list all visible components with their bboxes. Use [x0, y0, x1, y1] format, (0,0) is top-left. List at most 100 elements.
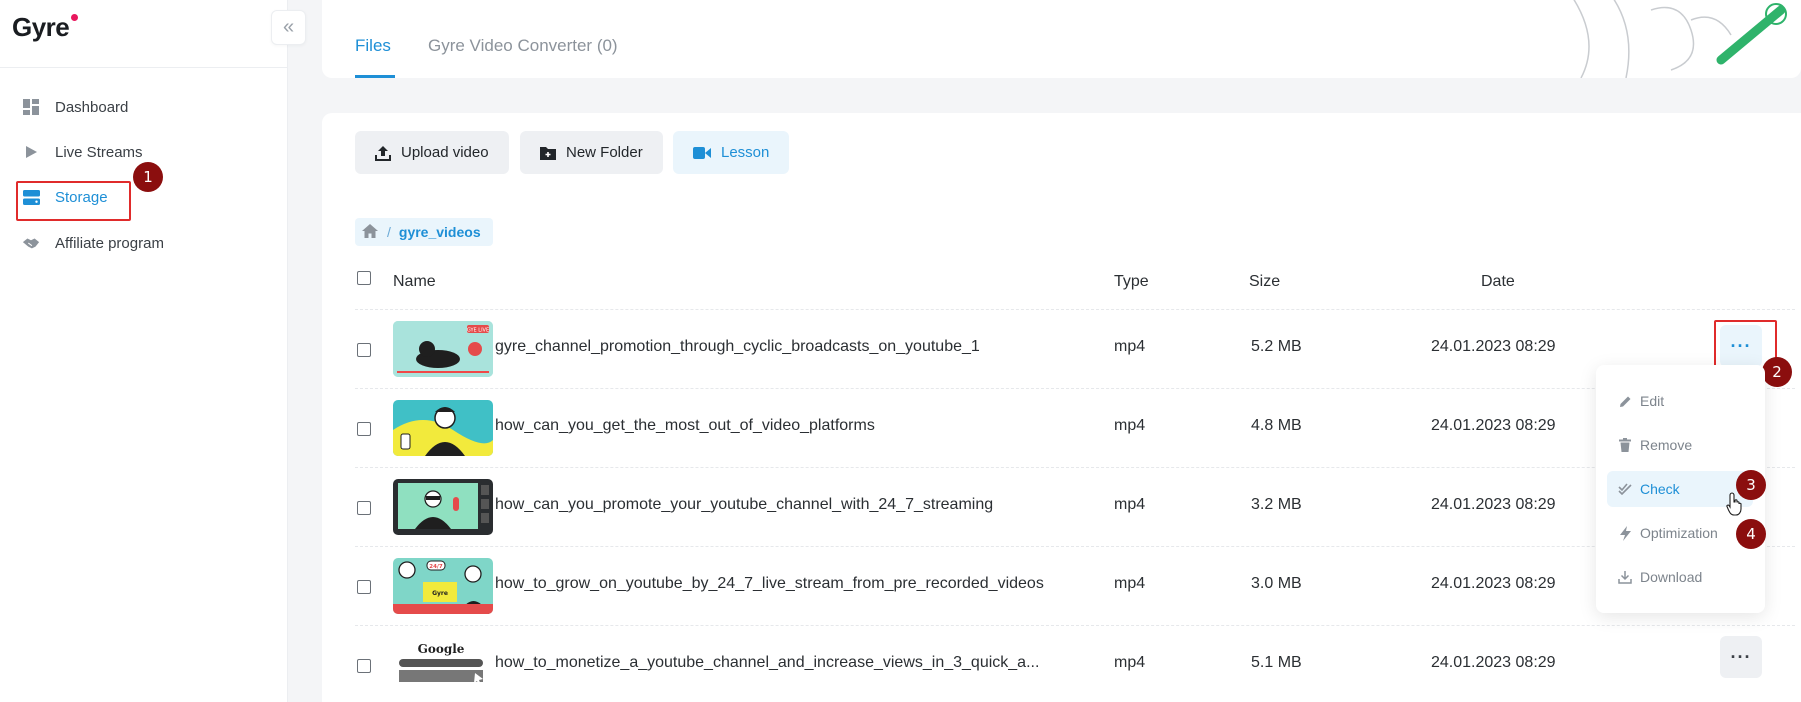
lesson-button[interactable]: Lesson	[673, 131, 790, 174]
decorative-illustration	[1573, 0, 1787, 78]
sidebar-item-live-streams[interactable]: Live Streams	[22, 140, 143, 164]
logo-dot	[71, 14, 78, 21]
files-card: Upload video New Folder Lesson / gyre_vi…	[322, 113, 1801, 702]
menu-item-label: Remove	[1640, 437, 1693, 453]
file-name[interactable]: how_to_monetize_a_youtube_channel_and_in…	[495, 654, 1039, 672]
row-checkbox[interactable]	[357, 422, 371, 436]
file-date: 24.01.2023 08:29	[1431, 338, 1556, 355]
new-folder-button[interactable]: New Folder	[520, 131, 663, 174]
download-icon	[1617, 570, 1633, 584]
select-all-checkbox[interactable]	[357, 271, 371, 285]
video-thumbnail[interactable]: GYE LIVE	[393, 321, 493, 377]
header-date[interactable]: Date	[1481, 273, 1515, 291]
file-type: mp4	[1114, 417, 1146, 434]
breadcrumb-current-folder[interactable]: gyre_videos	[399, 224, 481, 240]
file-type: mp4	[1114, 575, 1146, 592]
thumbnail-text: Gyre	[432, 590, 448, 597]
row-checkbox[interactable]	[357, 659, 371, 673]
collapse-sidebar-button[interactable]: «	[271, 10, 306, 45]
breadcrumb: / gyre_videos	[355, 218, 493, 246]
video-thumbnail[interactable]	[393, 479, 493, 535]
sidebar-item-label: Dashboard	[55, 98, 129, 116]
menu-item-label: Optimization	[1640, 525, 1718, 541]
file-size: 5.1 MB	[1251, 654, 1302, 671]
sidebar-item-affiliate-program[interactable]: Affiliate program	[22, 231, 164, 255]
lesson-label: Lesson	[721, 144, 770, 161]
tab-gyre-video-converter[interactable]: Gyre Video Converter (0)	[428, 36, 618, 56]
file-name[interactable]: how_can_you_promote_your_youtube_channel…	[495, 496, 993, 514]
lightning-icon	[1617, 525, 1633, 541]
active-tab-indicator	[355, 75, 395, 78]
menu-item-edit[interactable]: Edit	[1607, 383, 1753, 419]
header-size[interactable]: Size	[1249, 273, 1280, 291]
sidebar: Gyre Dashboard Live Streams Storage Affi…	[0, 0, 288, 702]
breadcrumb-separator: /	[387, 224, 391, 240]
row-more-button[interactable]: ···	[1720, 636, 1762, 678]
menu-item-label: Edit	[1640, 393, 1665, 409]
upload-video-label: Upload video	[401, 144, 489, 161]
app-logo[interactable]: Gyre	[12, 12, 70, 43]
tab-files[interactable]: Files	[355, 36, 391, 56]
row-checkbox[interactable]	[357, 343, 371, 357]
menu-item-label: Download	[1640, 569, 1703, 585]
file-date: 24.01.2023 08:29	[1431, 496, 1556, 513]
file-type: mp4	[1114, 654, 1146, 671]
highlight-storage	[16, 181, 131, 221]
file-date: 24.01.2023 08:29	[1431, 417, 1556, 434]
table-header: Name Type Size Date	[355, 263, 1795, 299]
thumbnail-text: Google	[418, 642, 465, 656]
file-name[interactable]: how_can_you_get_the_most_out_of_video_pl…	[495, 417, 875, 435]
pencil-icon	[1617, 395, 1633, 408]
menu-item-label: Check	[1640, 481, 1680, 497]
file-name[interactable]: gyre_channel_promotion_through_cyclic_br…	[495, 338, 980, 356]
new-folder-label: New Folder	[566, 144, 643, 161]
file-type: mp4	[1114, 496, 1146, 513]
file-size: 5.2 MB	[1251, 338, 1302, 355]
header-type[interactable]: Type	[1114, 273, 1149, 291]
double-check-icon	[1617, 483, 1633, 495]
file-size: 4.8 MB	[1251, 417, 1302, 434]
sidebar-item-dashboard[interactable]: Dashboard	[22, 95, 128, 119]
upload-icon	[375, 145, 391, 161]
menu-item-download[interactable]: Download	[1607, 559, 1753, 595]
sidebar-divider	[0, 67, 288, 68]
thumbnail-text: GYE LIVE	[467, 328, 489, 334]
file-date: 24.01.2023 08:29	[1431, 575, 1556, 592]
sidebar-item-label: Live Streams	[55, 143, 143, 161]
play-icon	[22, 143, 40, 161]
sidebar-item-label: Affiliate program	[55, 234, 164, 252]
table-row[interactable]: GYE LIVE gyre_channel_promotion_through_…	[355, 309, 1795, 388]
file-name[interactable]: how_to_grow_on_youtube_by_24_7_live_stre…	[495, 575, 1044, 593]
row-checkbox[interactable]	[357, 580, 371, 594]
file-type: mp4	[1114, 338, 1146, 355]
dashboard-icon	[22, 98, 40, 116]
hand-cursor-icon	[1726, 492, 1742, 516]
home-icon[interactable]	[361, 223, 379, 242]
more-dots-icon: ···	[1730, 646, 1752, 667]
video-camera-icon	[693, 146, 711, 159]
menu-item-optimization[interactable]: Optimization	[1607, 515, 1753, 551]
step-badge-1: 1	[133, 162, 163, 192]
header-name[interactable]: Name	[393, 273, 436, 291]
upload-video-button[interactable]: Upload video	[355, 131, 509, 174]
video-thumbnail[interactable]: Google	[393, 637, 493, 693]
thumbnail-badge-text: 24/7	[429, 564, 443, 570]
trash-icon	[1617, 438, 1633, 452]
double-chevron-left-icon: «	[282, 16, 295, 38]
file-size: 3.2 MB	[1251, 496, 1302, 513]
table-row[interactable]: Google how_to_monetize_a_youtube_channel…	[355, 625, 1795, 702]
table-row[interactable]: how_can_you_promote_your_youtube_channel…	[355, 467, 1795, 546]
table-row[interactable]: how_can_you_get_the_most_out_of_video_pl…	[355, 388, 1795, 467]
row-checkbox[interactable]	[357, 501, 371, 515]
file-size: 3.0 MB	[1251, 575, 1302, 592]
step-badge-4: 4	[1736, 519, 1766, 549]
folder-plus-icon	[540, 146, 556, 160]
video-thumbnail[interactable]	[393, 400, 493, 456]
step-badge-2: 2	[1762, 357, 1792, 387]
video-thumbnail[interactable]: 24/7 Gyre	[393, 558, 493, 614]
table-row[interactable]: 24/7 Gyre how_to_grow_on_youtube_by_24_7…	[355, 546, 1795, 625]
menu-item-remove[interactable]: Remove	[1607, 427, 1753, 463]
tabs-card: Files Gyre Video Converter (0)	[322, 0, 1801, 78]
handshake-icon	[22, 234, 40, 252]
file-date: 24.01.2023 08:29	[1431, 654, 1556, 671]
